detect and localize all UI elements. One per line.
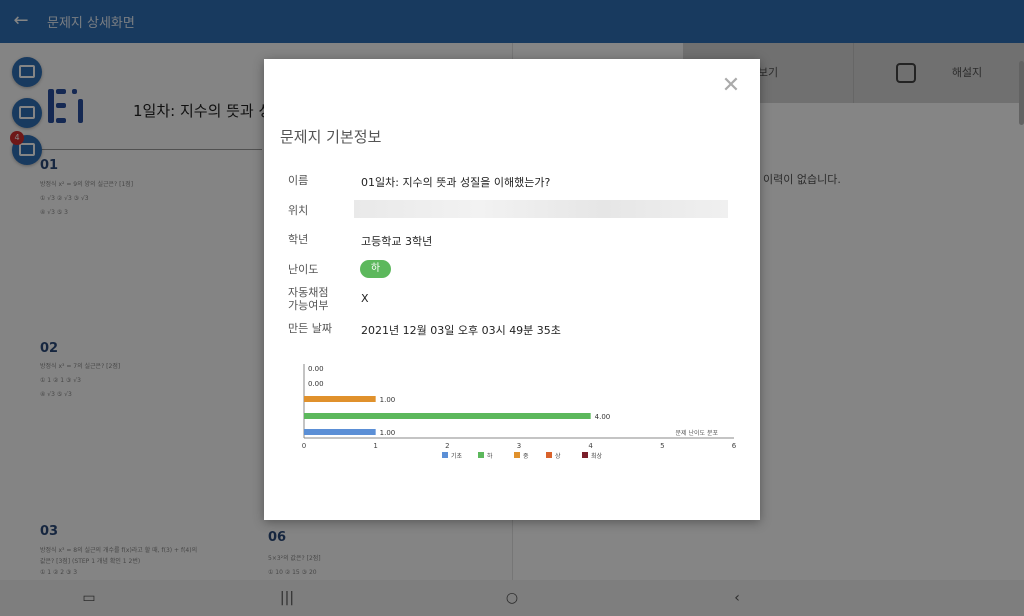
legend-label: 최상 <box>591 452 603 460</box>
x-tick-label: 4 <box>588 442 593 450</box>
bar-value-label: 0.00 <box>308 380 324 388</box>
location-label: 위치 <box>288 204 309 217</box>
x-tick-label: 1 <box>373 442 377 450</box>
x-tick-label: 5 <box>660 442 664 450</box>
x-tick-label: 6 <box>732 442 737 450</box>
auto-grade-value: X <box>361 292 369 305</box>
x-tick-label: 0 <box>302 442 306 450</box>
info-dialog: ✕ 문제지 기본정보 이름 01일차: 지수의 뜻과 성질을 이해했는가? 위치… <box>264 59 760 520</box>
legend-swatch <box>478 452 484 458</box>
legend-swatch <box>442 452 448 458</box>
name-value: 01일차: 지수의 뜻과 성질을 이해했는가? <box>361 176 551 189</box>
name-label: 이름 <box>288 174 309 187</box>
bar-기초 <box>304 429 376 435</box>
difficulty-badge: 하 <box>360 260 391 278</box>
bar-value-label: 4.00 <box>595 413 611 421</box>
legend-label: 중 <box>523 453 529 460</box>
legend-swatch <box>582 452 588 458</box>
location-value-redacted <box>354 200 728 218</box>
legend-swatch <box>546 452 552 458</box>
legend-label: 하 <box>487 452 493 460</box>
auto-grade-label-line2: 가능여부 <box>288 299 329 312</box>
auto-grade-label-line1: 자동채점 <box>288 286 329 299</box>
auto-grade-label: 자동채점 가능여부 <box>288 286 328 312</box>
bar-하 <box>304 413 591 419</box>
date-value: 2021년 12월 03일 오후 03시 49분 35초 <box>361 324 561 337</box>
bar-value-label: 1.00 <box>380 429 396 437</box>
chart-annotation: 문제 난이도 분포 <box>676 429 719 437</box>
date-label: 만든 날짜 <box>288 322 332 335</box>
legend-label: 상 <box>555 452 561 460</box>
difficulty-chart: 0 1 2 3 4 5 6 0.00 0.00 1.00 4.00 1.00 문제 난이도 분포기초 하 중… <box>302 364 737 460</box>
grade-value: 고등학교 3학년 <box>361 235 433 248</box>
dialog-title: 문제지 기본정보 <box>280 128 382 146</box>
difficulty-label: 난이도 <box>288 263 319 276</box>
legend-label: 기초 <box>451 452 463 460</box>
bar-중 <box>304 396 376 402</box>
bar-value-label: 0.00 <box>308 365 324 373</box>
close-icon[interactable]: ✕ <box>720 75 742 97</box>
bar-value-label: 1.00 <box>380 396 396 404</box>
legend-swatch <box>514 452 520 458</box>
x-tick-label: 2 <box>445 442 449 450</box>
x-tick-label: 3 <box>517 442 521 450</box>
grade-label: 학년 <box>288 233 309 246</box>
